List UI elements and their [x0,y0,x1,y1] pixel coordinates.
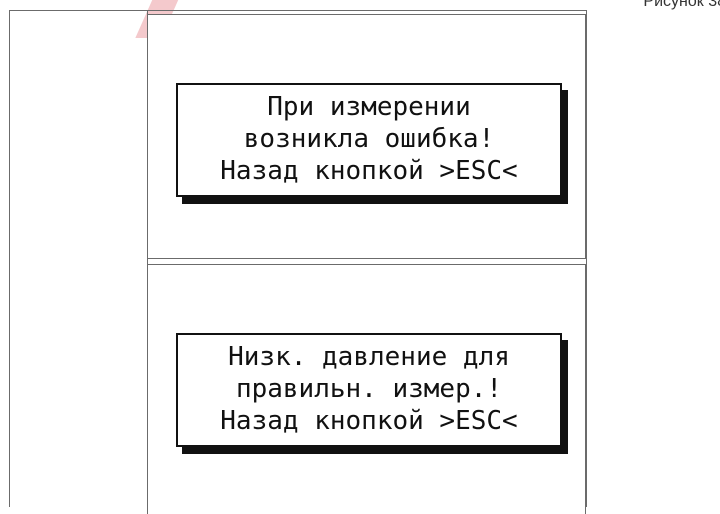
lcd-line-3: Назад кнопкой >ESC< [220,156,518,186]
lcd-display: При измерении возникла ошибка! Назад кно… [176,83,562,197]
lcd-line-1: Низк. давление для [228,342,510,372]
screen-panel-low-pressure: Низк. давление для правильн. измер.! Наз… [147,264,586,514]
lcd-display: Низк. давление для правильн. измер.! Наз… [176,333,562,447]
figure-caption: Рисунок 38 [643,0,720,10]
lcd-line-3: Назад кнопкой >ESC< [220,406,518,436]
lcd-line-2: правильн. измер.! [235,374,503,404]
lcd-line-2: возникла ошибка! [243,124,495,154]
screen-panel-measurement-error: При измерении возникла ошибка! Назад кно… [147,14,586,259]
lcd-line-1: При измерении [267,92,471,122]
